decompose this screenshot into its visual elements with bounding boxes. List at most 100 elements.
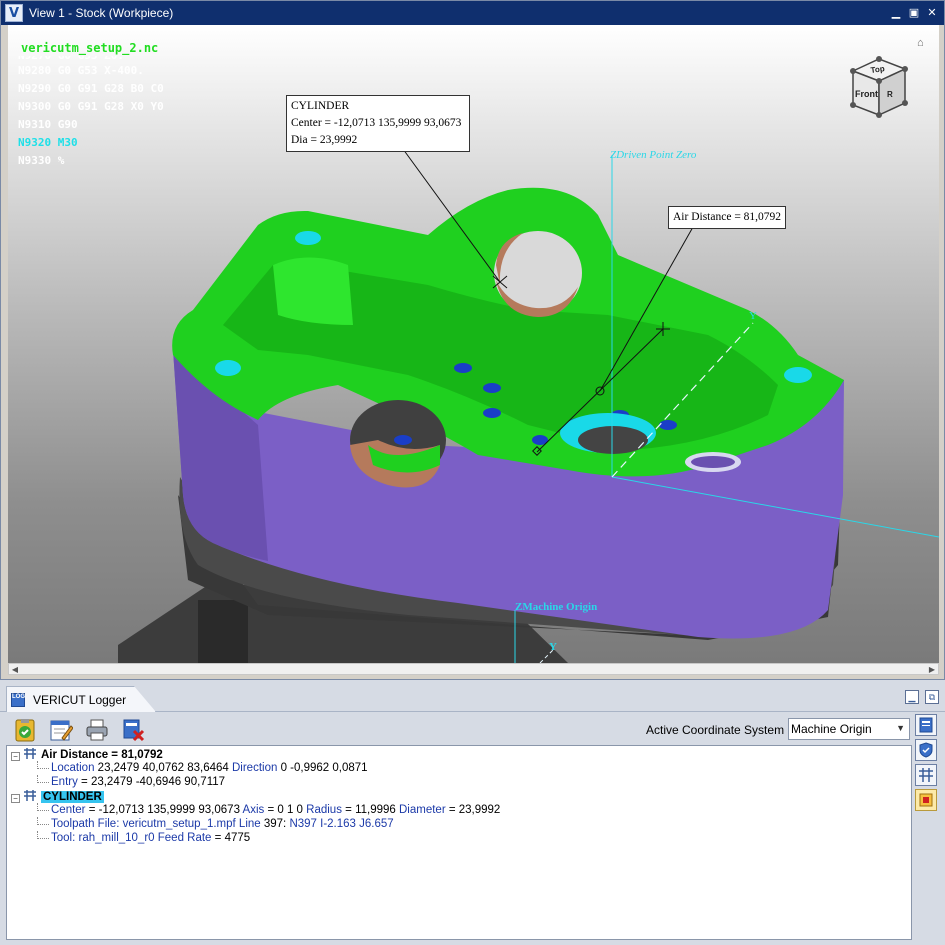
chevron-down-icon: ▼ [896, 723, 905, 733]
tool-name: Tool: rah_mill_10_r0 [51, 832, 155, 844]
edit-log-icon[interactable] [48, 717, 74, 743]
scroll-right-icon[interactable]: ▶ [927, 665, 937, 674]
logger-tab-label: VERICUT Logger [33, 692, 127, 707]
logger-window: LOG VERICUT Logger ▁ ⧉ Active Coordinate… [0, 684, 945, 945]
logger-tab[interactable]: LOG VERICUT Logger [6, 686, 156, 712]
small-hole [659, 420, 677, 430]
active-cs-label: Active Coordinate System [646, 723, 785, 737]
active-cs-value: Machine Origin [791, 722, 872, 736]
nc-line: N9290 G0 G91 G28 B0 C0 [18, 82, 164, 95]
view-title: View 1 - Stock (Workpiece) [29, 6, 174, 20]
small-hole [454, 363, 472, 373]
nc-line: N9300 G0 G91 G28 X0 Y0 [18, 100, 164, 113]
collapse-icon[interactable]: − [11, 752, 20, 761]
cylinder-title: CYLINDER [41, 791, 104, 803]
radius-key: Radius [306, 804, 342, 816]
small-hole [483, 383, 501, 393]
small-hole [483, 408, 501, 418]
horizontal-scrollbar[interactable]: ◀ ▶ [8, 663, 939, 675]
vericut-app-icon: V [5, 4, 23, 22]
zdriven-axis-label: ZDriven Point Zero [610, 149, 697, 161]
clear-log-icon[interactable] [120, 717, 146, 743]
nc-line: N9330 % [18, 154, 65, 167]
radius-value: = 11,9996 [341, 804, 399, 816]
logger-icon[interactable] [915, 714, 937, 736]
feed-rate-value: = 4775 [211, 832, 251, 844]
location-key: Location [51, 762, 95, 774]
log-detail-tool: Tool: rah_mill_10_r0 Feed Rate = 4775 [11, 831, 500, 845]
close-icon[interactable]: ✕ [926, 7, 938, 19]
minimize-icon[interactable]: ▁ [890, 7, 902, 19]
ymachine-axis-label: Y [549, 641, 557, 653]
air-distance-callout: Air Distance = 81,0792 [668, 206, 787, 229]
cylinder-callout: CYLINDER Center = -12,0713 135,9999 93,0… [286, 95, 470, 152]
center-value: = -12,0713 135,9999 93,0673 [85, 804, 243, 816]
view-window: V View 1 - Stock (Workpiece) ▁ ▣ ✕ veric… [0, 0, 945, 680]
measure-icon [24, 748, 36, 759]
log-detail-entry: Entry = 23,2479 -40,6946 90,7117 [11, 775, 500, 789]
nc-program-lines: N9270 G0 G53 Z0. N9280 G0 G53 X-400. N92… [18, 56, 164, 170]
entry-value: = 23,2479 -40,6946 90,7117 [77, 776, 226, 788]
ydriven-axis-label: Y [749, 310, 757, 322]
direction-value: 0 -0,9962 0,0871 [277, 762, 368, 774]
logger-toolbar: Active Coordinate System Machine Origin … [0, 713, 945, 745]
active-cs-select[interactable]: Machine Origin ▼ [788, 718, 910, 740]
log-entry-air-distance[interactable]: − Air Distance = 81,0792 [11, 747, 500, 761]
measure-icon[interactable] [915, 764, 937, 786]
shield-icon[interactable] [915, 739, 937, 761]
log-entry-cylinder[interactable]: − CYLINDER [11, 789, 500, 803]
air-distance-title: Air Distance = 81,0792 [41, 749, 163, 761]
nc-line: N9280 G0 G53 X-400. [18, 64, 144, 77]
scroll-left-icon[interactable]: ◀ [10, 665, 20, 674]
log-detail-center: Center = -12,0713 135,9999 93,0673 Axis … [11, 803, 500, 817]
axis-value: = 0 1 0 [264, 804, 307, 816]
nc-file-name: vericutm_setup_2.nc [21, 41, 159, 55]
print-icon[interactable] [84, 717, 110, 743]
axis-key: Axis [242, 804, 265, 816]
diameter-key: Diameter [399, 804, 446, 816]
small-hole [784, 367, 812, 383]
small-hole [215, 360, 241, 376]
view-cube-right-label: R [887, 90, 893, 99]
minimize-icon[interactable]: ▁ [905, 690, 919, 704]
line-key: Line [235, 818, 261, 830]
nc-line-active: N9320 M30 [18, 136, 78, 149]
slot-hole-inner [691, 456, 735, 468]
direction-key: Direction [231, 762, 278, 774]
3d-viewport[interactable]: vericutm_setup_2.nc N9270 G0 G53 Z0. N92… [8, 25, 939, 663]
view-cube[interactable]: Top Front R [845, 53, 911, 119]
cylinder-callout-title: CYLINDER [291, 100, 350, 112]
cylinder-callout-center: Center = -12,0713 135,9999 93,0673 [291, 117, 462, 129]
restore-icon[interactable]: ▣ [908, 7, 920, 19]
logger-side-toolbar [913, 714, 939, 814]
log-tree-panel[interactable]: − Air Distance = 81,0792 Location 23,2479… [6, 745, 912, 940]
pocket-wall [273, 257, 353, 325]
highlight-icon[interactable] [915, 789, 937, 811]
clipboard-check-icon[interactable] [12, 717, 38, 743]
nc-block-link[interactable]: N397 I-2.163 J6.657 [289, 818, 393, 830]
location-value: 23,2479 40,0762 83,6464 [94, 762, 232, 774]
fixture-post [198, 600, 248, 663]
line-value: 397: [260, 818, 290, 830]
log-detail-location: Location 23,2479 40,0762 83,6464 Directi… [11, 761, 500, 775]
diameter-value: = 23,9992 [445, 804, 501, 816]
nc-line: N9310 G90 [18, 118, 78, 131]
view-cube-front-label: Front [855, 89, 878, 99]
collapse-icon[interactable]: − [11, 794, 20, 803]
toolpath-file: Toolpath File: vericutm_setup_1.mpf [51, 818, 236, 830]
home-icon[interactable]: ⌂ [917, 37, 929, 49]
log-detail-toolpath: Toolpath File: vericutm_setup_1.mpf Line… [11, 817, 500, 831]
feed-rate-key: Feed Rate [154, 832, 212, 844]
small-hole [394, 435, 412, 445]
zmachine-axis-label: ZMachine Origin [515, 601, 598, 613]
cylinder-callout-dia: Dia = 23,9992 [291, 134, 358, 146]
center-pocket-depth [578, 426, 648, 454]
logger-tabbar: LOG VERICUT Logger ▁ ⧉ [0, 684, 945, 712]
center-key: Center [51, 804, 86, 816]
undock-icon[interactable]: ⧉ [925, 690, 939, 704]
view-titlebar[interactable]: V View 1 - Stock (Workpiece) ▁ ▣ ✕ [1, 1, 944, 25]
entry-key: Entry [51, 776, 78, 788]
small-hole [295, 231, 321, 245]
measure-icon [24, 790, 36, 801]
logger-icon: LOG [11, 692, 25, 707]
